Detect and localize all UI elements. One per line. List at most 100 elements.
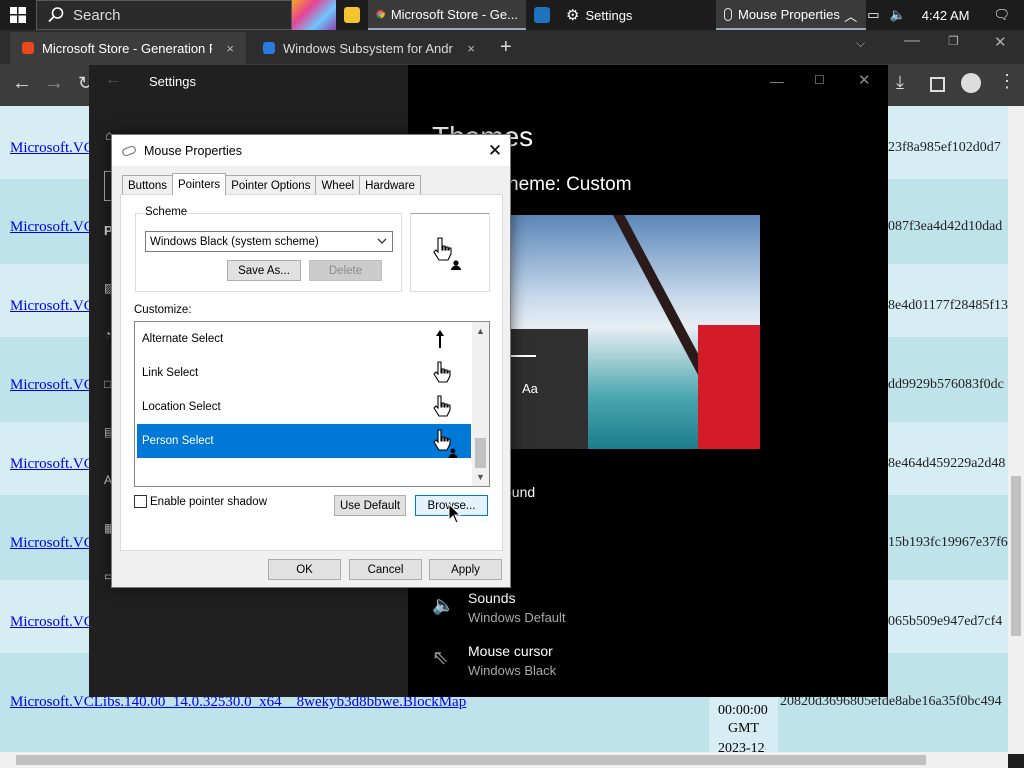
back-arrow-icon[interactable]: ← [105,71,121,89]
chevron-up-icon[interactable]: ︿ [844,6,857,25]
tab-search-chevron-icon[interactable]: ⌵ [856,36,865,51]
profile-avatar-icon[interactable] [961,73,981,93]
close-tab-icon[interactable]: × [467,41,475,56]
mouse-cursor-icon [448,503,462,524]
chevron-down-icon [377,238,387,244]
cursor-list[interactable]: Alternate Select Link Select Location Se… [134,321,490,487]
apply-button[interactable]: Apply [429,559,502,580]
close-tab-icon[interactable]: × [226,41,234,56]
hash-cell: dd9929b576083f0dc [888,377,1004,392]
file-link[interactable]: Microsoft.VC [10,535,94,552]
search-highlight-image [292,0,336,30]
gear-icon: ⚙ [566,7,580,24]
dialog-close-icon[interactable]: ✕ [480,135,510,166]
tab-pointer-options[interactable]: Pointer Options [225,175,317,195]
search-placeholder: Search [73,6,121,24]
use-default-button[interactable]: Use Default [334,495,406,516]
remote-app-taskbar-button[interactable] [526,0,558,30]
taskbar-app-settings[interactable]: ⚙ Settings [558,0,716,30]
file-link[interactable]: Microsoft.VC [10,377,94,394]
download-icon[interactable]: ⤓ [896,72,904,93]
red-wing [698,325,760,449]
back-icon[interactable]: ← [12,72,32,95]
close-window-icon[interactable]: ✕ [994,33,1007,51]
tab-wheel[interactable]: Wheel [315,175,361,195]
mouse-cursor-title[interactable]: Mouse cursor [468,643,553,659]
sounds-value: Windows Default [468,610,566,625]
hash-cell: 23f8a985ef102d0d7 [888,140,1001,155]
checkbox-box[interactable] [134,495,147,508]
taskbar-app-label: Settings [585,7,633,23]
scrollbar-thumb[interactable] [1011,476,1021,636]
pointer-preview [410,213,490,292]
preview-window: Aa [508,329,588,449]
hash-cell: 065b509e947ed7cf4 [888,614,1003,629]
taskbar-search-box[interactable]: Search [36,0,292,30]
tab-microsoft-store[interactable]: Microsoft Store - Generation Project × [10,32,246,64]
file-link[interactable]: Microsoft.VC [10,219,94,236]
settings-title: Settings [149,74,196,89]
save-as-button[interactable]: Save As... [227,260,301,281]
ok-button[interactable]: OK [268,559,341,580]
scheme-group: Scheme Windows Black (system scheme) Sav… [135,206,402,292]
store-favicon-icon [22,42,34,54]
tab-buttons[interactable]: Buttons [122,175,173,195]
hand-pin-pointer-icon [433,395,451,417]
sounds-title[interactable]: Sounds [468,590,515,606]
side-panel-icon[interactable] [930,77,945,92]
pointer-shadow-checkbox[interactable]: Enable pointer shadow [134,495,267,508]
list-item[interactable]: Location Select [137,390,471,424]
settings-close-icon[interactable]: ✕ [858,71,871,89]
dialog-title-bar: Mouse Properties [112,135,510,166]
list-scrollbar[interactable]: ▲ ▼ [472,322,489,486]
file-explorer-taskbar-button[interactable] [336,0,368,30]
taskbar: Search Microsoft Store - Ge... ⚙ Setting… [0,0,1024,30]
delete-button[interactable]: Delete [309,260,382,281]
new-tab-button[interactable]: + [500,36,512,59]
restore-icon[interactable]: ❐ [948,34,959,48]
list-item[interactable]: Link Select [137,356,471,390]
scrollbar-thumb[interactable] [475,438,486,468]
settings-minimize-icon[interactable]: — [770,73,784,89]
up-arrow-icon [436,330,444,348]
desktop: Search Microsoft Store - Ge... ⚙ Setting… [0,0,1024,768]
hand-pointer-icon [433,361,451,383]
scroll-down-icon[interactable]: ▼ [476,472,485,482]
scrollbar-thumb[interactable] [16,755,926,765]
hash-cell: 15b193fc19967e37f6 [888,535,1008,550]
list-item-label: Person Select [142,435,214,447]
preview-aa: Aa [522,381,538,396]
start-button[interactable] [0,0,36,30]
windows-logo-icon [10,7,26,23]
list-item-selected[interactable]: Person Select [137,424,471,458]
scroll-up-icon[interactable]: ▲ [476,326,485,336]
tab-hardware[interactable]: Hardware [359,175,421,195]
scheme-dropdown[interactable]: Windows Black (system scheme) [145,231,393,252]
cancel-button[interactable]: Cancel [349,559,422,580]
tab-windows-subsystem-android[interactable]: Windows Subsystem for Android × [251,32,487,64]
scheme-dropdown-value: Windows Black (system scheme) [150,235,319,248]
taskbar-app-label: Mouse Properties [738,6,840,22]
file-link[interactable]: Microsoft.VC [10,614,94,631]
menu-kebab-icon[interactable]: ⋮ [998,71,1016,92]
file-link[interactable]: Microsoft.VC [10,298,94,315]
speaker-icon: 🔈 [432,595,455,615]
tab-pointers[interactable]: Pointers [172,173,227,195]
dialog-title: Mouse Properties [144,143,242,158]
forward-icon[interactable]: → [44,72,64,95]
clock[interactable]: 4:42 AM [922,8,970,23]
volume-muted-icon[interactable]: 🔈 [890,7,906,23]
minimize-icon[interactable]: — [904,32,920,50]
theme-preview-image: Aa [508,215,760,449]
taskbar-app-chrome[interactable]: Microsoft Store - Ge... [368,0,526,30]
time-cell: 00:00:00 [718,703,768,718]
file-link[interactable]: Microsoft.VC [10,140,94,157]
page-vertical-scrollbar[interactable] [1008,106,1024,754]
list-item-label: Alternate Select [142,333,224,345]
file-link[interactable]: Microsoft.VC [10,456,94,473]
network-icon[interactable]: ▭ [867,7,879,23]
page-horizontal-scrollbar[interactable] [0,752,1008,768]
list-item[interactable]: Alternate Select [137,322,471,356]
settings-maximize-icon[interactable]: ☐ [814,73,825,87]
notifications-icon[interactable]: 🗨 [993,7,1010,23]
